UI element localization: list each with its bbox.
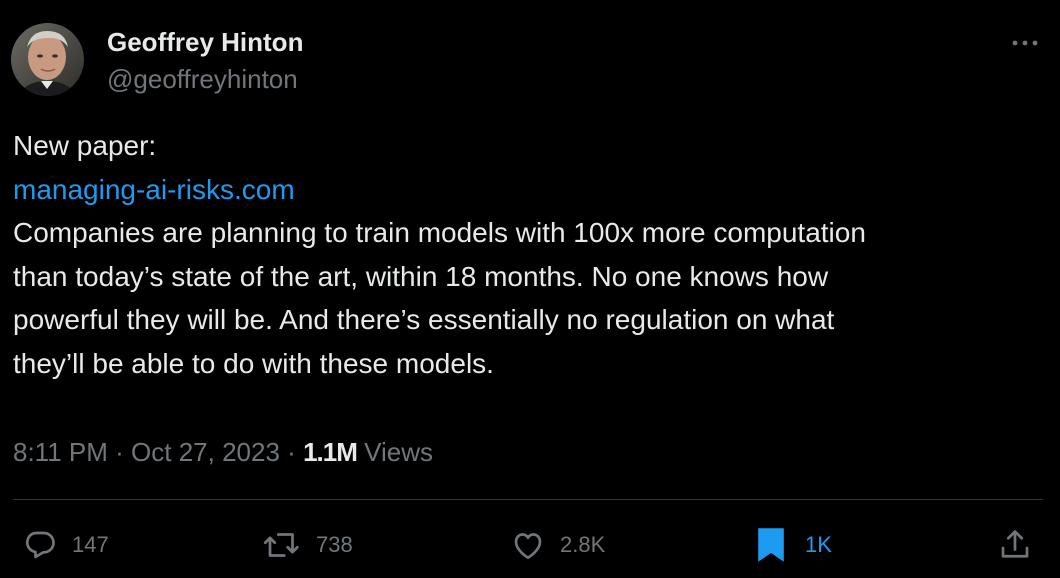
reply-button[interactable]: 147 (22, 525, 109, 565)
heart-icon (510, 527, 546, 563)
like-count: 2.8K (560, 532, 606, 557)
tweet-intro: New paper: (13, 130, 157, 161)
author-handle[interactable]: @geoffreyhinton (107, 64, 298, 94)
bookmark-button[interactable]: 1K (755, 525, 832, 565)
tweet-date[interactable]: Oct 27, 2023 (131, 437, 280, 467)
repost-arrows-icon (262, 527, 302, 563)
repost-button[interactable]: 738 (262, 525, 353, 565)
avatar-image (11, 23, 84, 96)
author-name[interactable]: Geoffrey Hinton (107, 27, 303, 57)
tweet-meta: 8:11 PM · Oct 27, 2023 · 1.1M Views (13, 436, 433, 468)
reply-count: 147 (72, 532, 109, 557)
meta-separator: · (287, 437, 296, 467)
more-dots-icon[interactable] (1005, 28, 1045, 58)
views-label: Views (364, 437, 434, 467)
views-count: 1.1M (303, 437, 358, 467)
tweet: Geoffrey Hinton @geoffreyhinton New pape… (0, 0, 1060, 578)
tweet-line: than today’s state of the art, within 18… (13, 260, 829, 292)
avatar[interactable] (11, 23, 84, 96)
repost-count: 738 (316, 532, 353, 557)
tweet-line: they’ll be able to do with these models. (13, 347, 494, 379)
share-button[interactable] (997, 525, 1033, 565)
bookmark-count: 1K (805, 532, 832, 557)
tweet-link[interactable]: managing-ai-risks.com (13, 168, 1033, 212)
tweet-time[interactable]: 8:11 PM (13, 437, 108, 467)
tweet-line: Companies are planning to train models w… (13, 217, 866, 248)
bookmark-icon (755, 525, 787, 565)
reply-bubble-icon (22, 527, 58, 563)
like-button[interactable]: 2.8K (510, 525, 605, 565)
tweet-text: New paper: managing-ai-risks.com Compani… (13, 124, 1033, 385)
share-upload-icon (997, 527, 1033, 563)
tweet-line: powerful they will be. And there’s essen… (13, 304, 835, 335)
meta-separator: · (115, 437, 124, 467)
divider (13, 499, 1043, 500)
